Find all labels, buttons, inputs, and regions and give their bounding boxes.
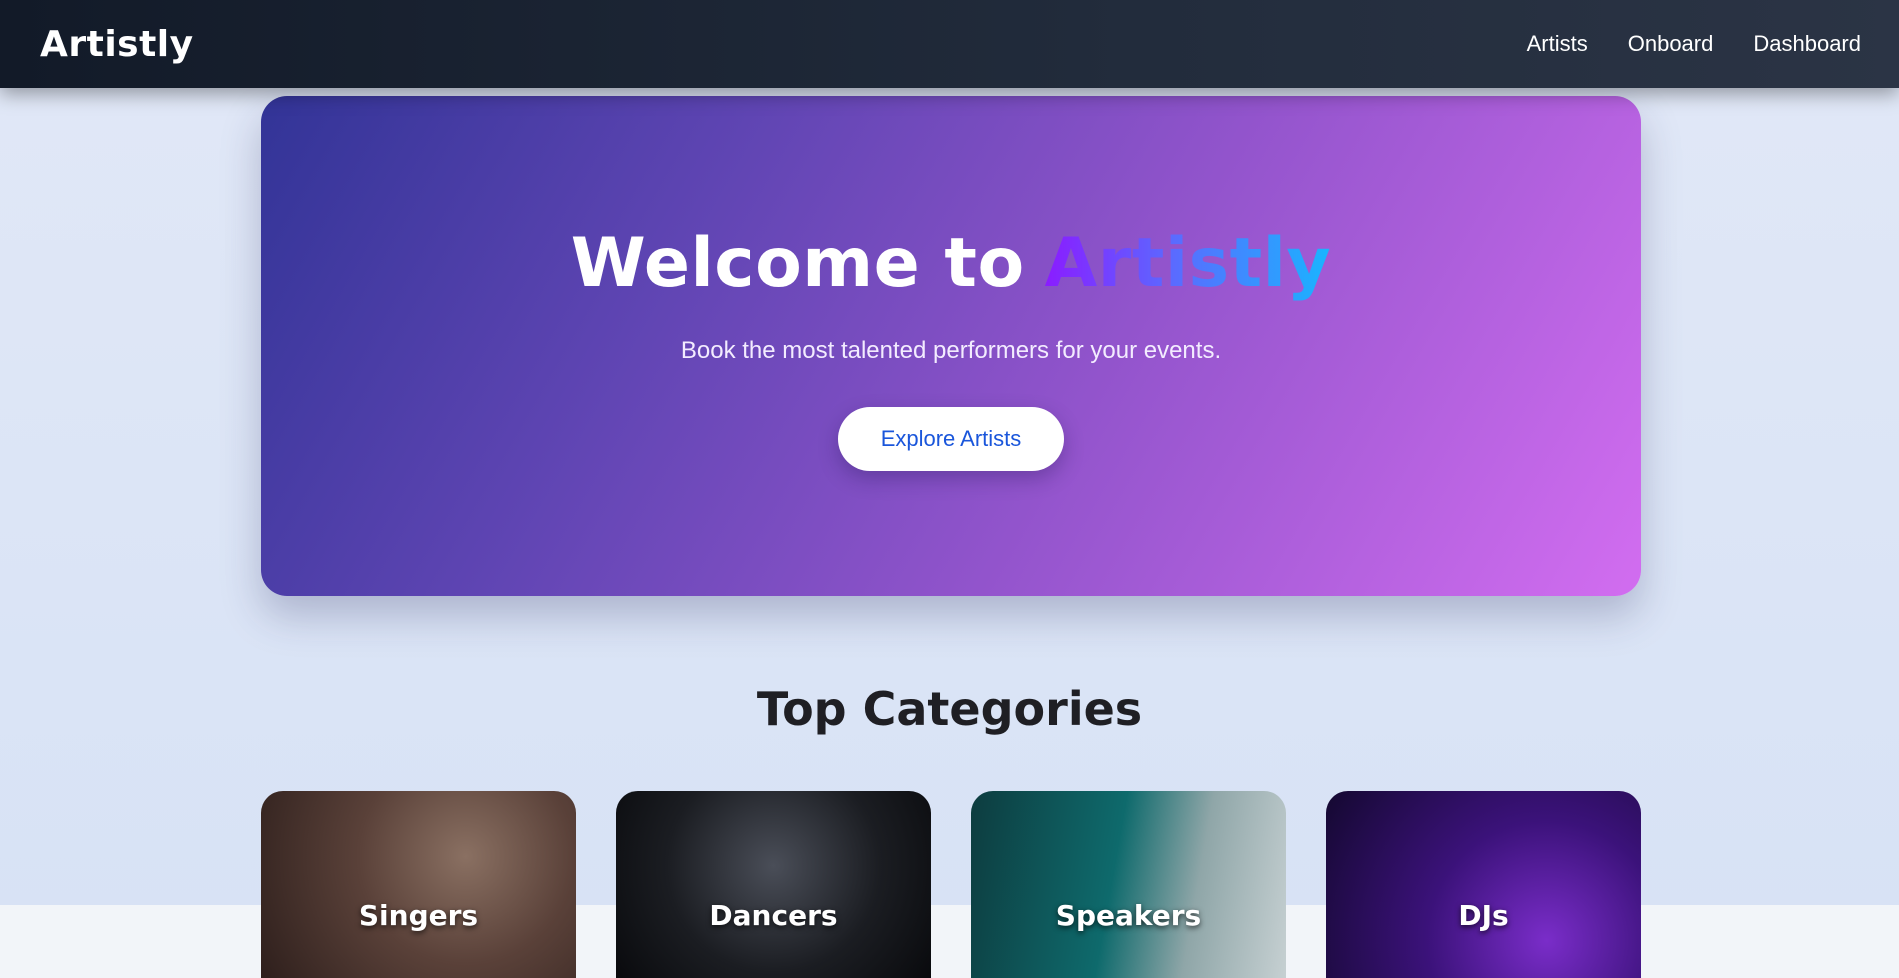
category-card-dancers[interactable]: Dancers bbox=[616, 791, 931, 978]
dancers-image bbox=[616, 791, 931, 978]
hero-title-prefix: Welcome to bbox=[570, 224, 1025, 303]
brand-logo[interactable]: Artistly bbox=[40, 24, 194, 65]
explore-artists-button[interactable]: Explore Artists bbox=[838, 407, 1064, 471]
category-card-singers[interactable]: Singers bbox=[261, 791, 576, 978]
hero-banner: Welcome to Artistly Book the most talent… bbox=[261, 96, 1641, 596]
hero-title-accent: Artistly bbox=[1044, 224, 1332, 303]
category-cards: Singers Dancers Speakers DJs bbox=[261, 791, 1641, 978]
category-card-djs[interactable]: DJs bbox=[1326, 791, 1641, 978]
nav-link-artists[interactable]: Artists bbox=[1527, 31, 1588, 57]
singers-image bbox=[261, 791, 576, 978]
nav-link-onboard[interactable]: Onboard bbox=[1628, 31, 1714, 57]
hero-subtitle: Book the most talented performers for yo… bbox=[680, 337, 1222, 364]
category-label: Speakers bbox=[1055, 899, 1202, 932]
navbar: Artistly Artists Onboard Dashboard bbox=[0, 0, 1899, 88]
nav-links: Artists Onboard Dashboard bbox=[1527, 31, 1861, 57]
section-title: Top Categories bbox=[756, 682, 1143, 736]
nav-link-dashboard[interactable]: Dashboard bbox=[1753, 31, 1861, 57]
category-label: Singers bbox=[358, 899, 479, 932]
speakers-image bbox=[971, 791, 1286, 978]
category-label: Dancers bbox=[709, 899, 838, 932]
djs-image bbox=[1326, 791, 1641, 978]
category-card-speakers[interactable]: Speakers bbox=[971, 791, 1286, 978]
category-label: DJs bbox=[1458, 899, 1509, 932]
hero-title: Welcome to Artistly bbox=[571, 224, 1332, 303]
